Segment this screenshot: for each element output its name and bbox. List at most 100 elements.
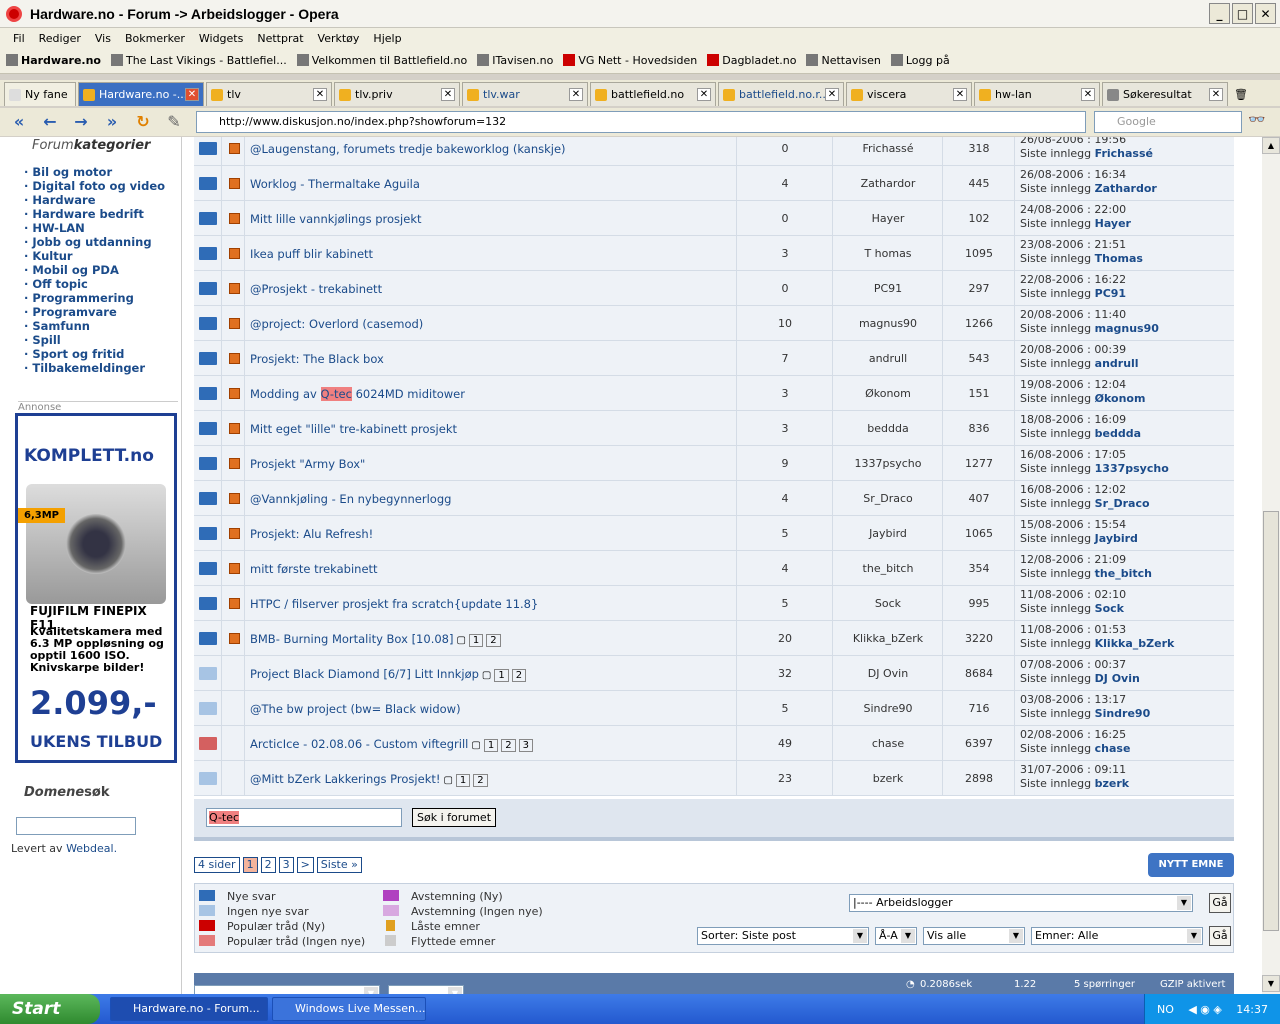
last-poster-link[interactable]: Zathardor (1095, 182, 1157, 195)
close-tab-icon[interactable]: ✕ (313, 88, 327, 101)
topic-replies[interactable]: 10 (738, 317, 832, 330)
topic-title-link[interactable]: Prosjekt: Alu Refresh! (250, 527, 373, 541)
last-poster-link[interactable]: magnus90 (1095, 322, 1159, 335)
topic-author[interactable]: magnus90 (834, 317, 942, 330)
tab-battlefield[interactable]: battlefield.no ✕ (590, 82, 716, 106)
topic-title-link[interactable]: mitt første trekabinett (250, 562, 378, 576)
topic-title-link[interactable]: @project: Overlord (casemod) (250, 317, 423, 331)
last-poster-link[interactable]: DJ Ovin (1095, 672, 1140, 685)
last-poster-link[interactable]: 1337psycho (1095, 462, 1169, 475)
topic-replies[interactable]: 5 (738, 527, 832, 540)
tab-hw-lan[interactable]: hw-lan ✕ (974, 82, 1100, 106)
category-item[interactable]: · Mobil og PDA (24, 263, 165, 277)
last-poster-link[interactable]: chase (1095, 742, 1131, 755)
category-item[interactable]: · Jobb og utdanning (24, 235, 165, 249)
topic-page-link[interactable]: 2 (511, 669, 527, 682)
maximize-button[interactable]: □ (1232, 3, 1253, 24)
topic-replies[interactable]: 0 (738, 282, 832, 295)
close-tab-icon[interactable]: ✕ (825, 88, 839, 101)
taskbar-opera[interactable]: Hardware.no - Forum... (110, 997, 268, 1021)
edit-icon[interactable]: ✎ (161, 112, 187, 132)
topic-title-link[interactable]: HTPC / filserver prosjekt fra scratch{up… (250, 597, 538, 611)
minimize-button[interactable]: _ (1209, 3, 1230, 24)
last-poster-link[interactable]: Økonom (1095, 392, 1146, 405)
topic-author[interactable]: Frichassé (834, 142, 942, 155)
last-post-date[interactable]: 31/07-2006 : 09:11 (1020, 763, 1126, 776)
menu-verktoy[interactable]: Verktøy (311, 32, 367, 45)
menu-hjelp[interactable]: Hjelp (366, 32, 408, 45)
category-item[interactable]: · Programvare (24, 305, 165, 319)
menu-rediger[interactable]: Rediger (32, 32, 88, 45)
language-indicator[interactable]: NO (1157, 1003, 1174, 1016)
page-1[interactable]: 1 (242, 857, 258, 873)
category-item[interactable]: · Kultur (24, 249, 165, 263)
tab-sokeresultat[interactable]: Søkeresultat ✕ (1102, 82, 1228, 106)
topic-author[interactable]: the_bitch (834, 562, 942, 575)
last-poster-link[interactable]: PC91 (1095, 287, 1126, 300)
topic-author[interactable]: chase (834, 737, 942, 750)
last-post-date[interactable]: 07/08-2006 : 00:37 (1020, 658, 1126, 671)
topic-title-link[interactable]: BMB- Burning Mortality Box [10.08] ▢ 1 2 (250, 632, 501, 647)
domain-search-input[interactable] (16, 817, 136, 835)
topic-author[interactable]: andrull (834, 352, 942, 365)
category-item[interactable]: · Tilbakemeldinger (24, 361, 165, 375)
topic-author[interactable]: DJ Ovin (834, 667, 942, 680)
page-next[interactable]: > (296, 857, 314, 873)
glasses-icon[interactable]: 👓 (1248, 112, 1265, 128)
vertical-scrollbar[interactable]: ▲ ▼ (1262, 137, 1280, 994)
last-post-date[interactable]: 11/08-2006 : 01:53 (1020, 623, 1126, 636)
tab-tlv-priv[interactable]: tlv.priv ✕ (334, 82, 460, 106)
category-item[interactable]: · Digital foto og video (24, 179, 165, 193)
topic-page-link[interactable]: 1 (483, 739, 499, 752)
bookmark-item[interactable]: The Last Vikings - Battlefiel... (110, 54, 287, 67)
topic-replies[interactable]: 7 (738, 352, 832, 365)
topic-author[interactable]: PC91 (834, 282, 942, 295)
last-poster-link[interactable]: Sindre90 (1095, 707, 1151, 720)
forum-jump-select[interactable]: |---- Arbeidslogger (849, 894, 1193, 912)
category-item[interactable]: · Spill (24, 333, 165, 347)
topic-title-link[interactable]: Mitt eget "lille" tre-kabinett prosjekt (250, 422, 457, 436)
topic-page-link[interactable]: 2 (473, 774, 488, 787)
page-3[interactable]: 3 (278, 857, 294, 873)
category-item[interactable]: · Samfunn (24, 319, 165, 333)
category-item[interactable]: · Programmering (24, 291, 165, 305)
topic-title-link[interactable]: Modding av Q-tec 6024MD miditower (250, 387, 465, 401)
close-tab-icon[interactable]: ✕ (1081, 88, 1095, 101)
tab-viscera[interactable]: viscera ✕ (846, 82, 972, 106)
last-post-date[interactable]: 26/08-2006 : 19:56 (1020, 137, 1126, 146)
fast-forward-icon[interactable]: » (99, 112, 125, 132)
tab-tlv-war[interactable]: tlv.war ✕ (462, 82, 588, 106)
topic-author[interactable]: Zathardor (834, 177, 942, 190)
forum-search-button[interactable]: Søk i forumet (412, 808, 496, 827)
last-post-date[interactable]: 03/08-2006 : 13:17 (1020, 693, 1126, 706)
topic-title-link[interactable]: Prosjekt: The Black box (250, 352, 384, 366)
address-bar[interactable]: http://www.diskusjon.no/index.php?showfo… (196, 111, 1086, 133)
bookmark-item[interactable]: Logg på (890, 54, 950, 67)
close-tab-icon[interactable]: ✕ (185, 88, 199, 101)
topic-title-link[interactable]: Mitt lille vannkjølings prosjekt (250, 212, 422, 226)
order-select[interactable]: Å-A (875, 927, 917, 945)
tray-icons[interactable]: ◀ ◉ ◈ (1188, 1003, 1222, 1016)
show-select[interactable]: Vis alle (923, 927, 1025, 945)
scroll-thumb[interactable] (1263, 511, 1279, 931)
topic-author[interactable]: 1337psycho (834, 457, 942, 470)
topic-author[interactable]: bzerk (834, 772, 942, 785)
go-button-sort[interactable]: Gå (1209, 926, 1231, 946)
topic-replies[interactable]: 3 (738, 422, 832, 435)
last-poster-link[interactable]: Jaybird (1095, 532, 1138, 545)
go-button-jump[interactable]: Gå (1209, 893, 1231, 913)
menu-bokmerker[interactable]: Bokmerker (118, 32, 192, 45)
topic-title-link[interactable]: Project Black Diamond [6/7] Litt Innkjøp… (250, 667, 527, 682)
topic-title-link[interactable]: @Vannkjøling - En nybegynnerlogg (250, 492, 451, 506)
menu-fil[interactable]: Fil (6, 32, 32, 45)
topic-replies[interactable]: 9 (738, 457, 832, 470)
last-poster-link[interactable]: bzerk (1095, 777, 1129, 790)
last-poster-link[interactable]: Sock (1095, 602, 1124, 615)
close-tab-icon[interactable]: ✕ (697, 88, 711, 101)
topic-author[interactable]: beddda (834, 422, 942, 435)
topic-author[interactable]: Sr_Draco (834, 492, 942, 505)
category-item[interactable]: · HW-LAN (24, 221, 165, 235)
close-tab-icon[interactable]: ✕ (953, 88, 967, 101)
topic-replies[interactable]: 4 (738, 492, 832, 505)
topic-page-link[interactable]: 1 (494, 669, 509, 682)
